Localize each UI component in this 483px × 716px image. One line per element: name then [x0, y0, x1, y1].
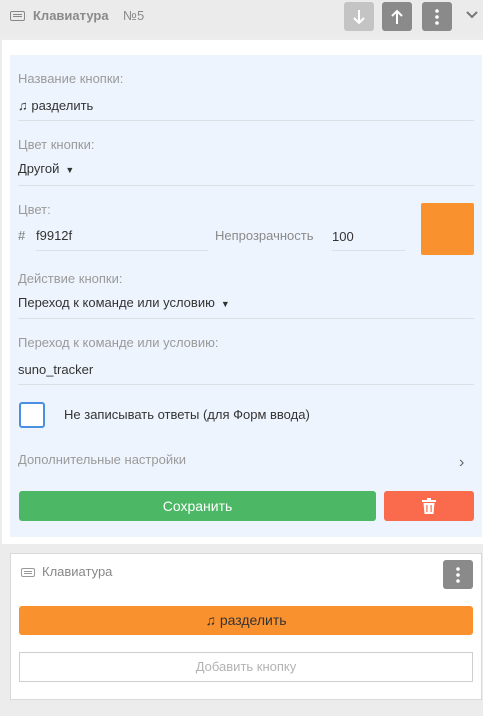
keyboard-icon	[21, 568, 35, 577]
delete-button[interactable]	[384, 491, 474, 521]
divider	[18, 120, 474, 121]
chevron-right-icon[interactable]: ›	[459, 454, 464, 472]
hex-input-underline	[36, 250, 208, 251]
move-up-button[interactable]	[382, 2, 412, 31]
chevron-down-icon	[466, 11, 478, 19]
hex-color-label: Цвет:	[18, 202, 51, 217]
hash-prefix: #	[18, 228, 26, 243]
hex-color-input[interactable]: f9912f	[36, 228, 72, 243]
divider	[18, 384, 474, 385]
preview-title: Клавиатура	[42, 564, 113, 579]
menu-button[interactable]	[422, 2, 452, 31]
keyboard-header: Клавиатура №5	[0, 0, 483, 34]
arrow-down-icon	[353, 10, 365, 25]
button-editor-panel: Название кнопки: ♫ разделить Цвет кнопки…	[10, 55, 482, 537]
opacity-input[interactable]: 100	[332, 229, 354, 244]
move-down-button[interactable]	[344, 2, 374, 31]
button-color-label: Цвет кнопки:	[18, 137, 95, 152]
arrow-up-icon	[391, 9, 403, 24]
opacity-input-underline	[332, 250, 405, 251]
button-action-label: Действие кнопки:	[18, 271, 123, 286]
no-record-label: Не записывать ответы (для Форм ввода)	[64, 407, 310, 422]
divider	[18, 185, 474, 186]
button-action-select[interactable]: Переход к команде или условию ▼	[18, 295, 230, 310]
keyboard-preview-card: Клавиатура ♫ разделить Добавить кнопку	[10, 553, 482, 700]
collapse-button[interactable]	[464, 6, 483, 26]
no-record-checkbox[interactable]	[19, 402, 45, 428]
header-number: №5	[123, 8, 145, 23]
button-color-value: Другой	[18, 161, 60, 176]
advanced-settings-link[interactable]: Дополнительные настройки	[18, 452, 186, 467]
divider	[18, 318, 474, 319]
more-vertical-icon	[435, 9, 439, 25]
goto-label: Переход к команде или условию:	[18, 335, 219, 350]
opacity-label: Непрозрачность	[215, 228, 314, 243]
preview-menu-button[interactable]	[443, 560, 473, 589]
button-name-input[interactable]: ♫ разделить	[18, 98, 93, 113]
caret-down-icon: ▼	[65, 165, 75, 175]
button-color-select[interactable]: Другой ▼	[18, 161, 74, 176]
color-swatch[interactable]	[421, 203, 474, 255]
more-vertical-icon	[456, 567, 460, 583]
button-editor-card: Название кнопки: ♫ разделить Цвет кнопки…	[2, 40, 483, 544]
add-button[interactable]: Добавить кнопку	[19, 652, 473, 682]
keyboard-icon	[10, 11, 25, 21]
keyboard-button-preview[interactable]: ♫ разделить	[19, 606, 473, 635]
caret-down-icon: ▼	[220, 299, 230, 309]
trash-icon	[422, 498, 436, 514]
goto-input[interactable]: suno_tracker	[18, 362, 93, 377]
save-button[interactable]: Сохранить	[19, 491, 376, 521]
button-action-value: Переход к команде или условию	[18, 295, 215, 310]
header-title: Клавиатура	[33, 8, 109, 23]
button-name-label: Название кнопки:	[18, 71, 124, 86]
